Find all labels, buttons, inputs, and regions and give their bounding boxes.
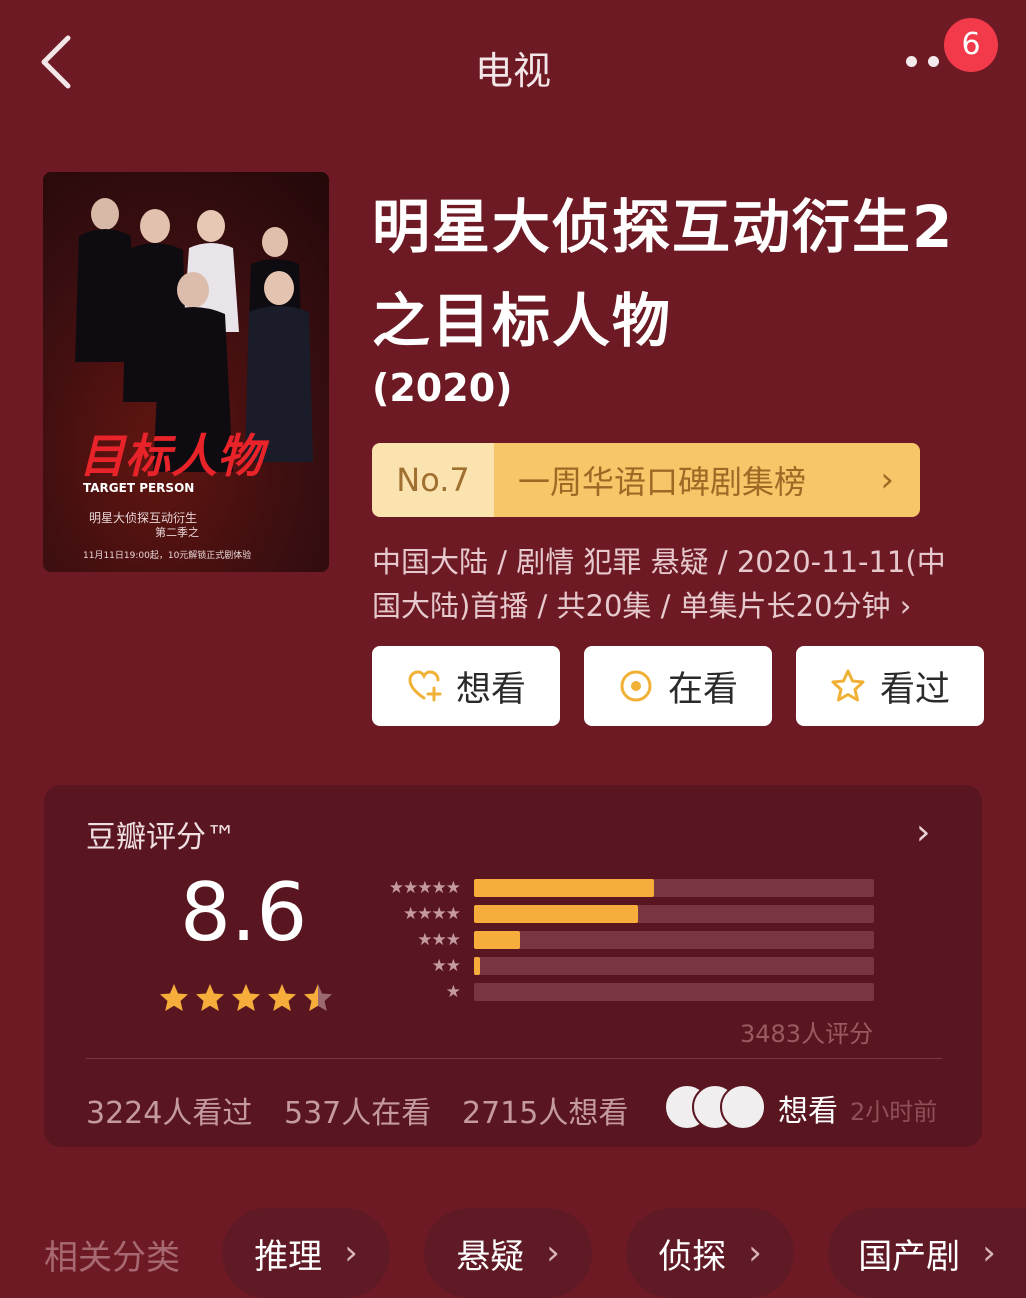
chevron-right-icon: › bbox=[880, 460, 894, 500]
rating-bar-row: ★★★★ bbox=[360, 904, 875, 924]
category-chip[interactable]: 推理 › bbox=[222, 1208, 390, 1298]
category-chip-label: 悬疑 bbox=[456, 1236, 525, 1277]
bar-stars-icon: ★★★★★ bbox=[388, 878, 461, 898]
rating-bar-track bbox=[474, 957, 874, 975]
show-poster[interactable]: 目标人物 TARGET PERSON 明星大侦探互动衍生 第二季之 11月11日… bbox=[43, 172, 329, 572]
poster-image: 目标人物 TARGET PERSON 明星大侦探互动衍生 第二季之 11月11日… bbox=[43, 172, 329, 572]
rating-bar-row: ★★ bbox=[360, 956, 875, 976]
notification-badge[interactable]: 6 bbox=[944, 18, 998, 72]
more-menu-button[interactable] bbox=[900, 52, 950, 76]
rating-bar-track bbox=[474, 983, 874, 1001]
avatar bbox=[720, 1084, 766, 1130]
bar-stars-icon: ★ bbox=[445, 982, 461, 1002]
chevron-right-icon: › bbox=[748, 1233, 762, 1273]
category-chip-label: 侦探 bbox=[658, 1236, 727, 1277]
chevron-right-icon: › bbox=[344, 1233, 358, 1273]
chevron-right-icon: › bbox=[546, 1233, 560, 1273]
wish-count[interactable]: 2715人想看 bbox=[462, 1088, 628, 1132]
rating-count[interactable]: 3483人评分 bbox=[740, 1014, 873, 1049]
divider bbox=[86, 1058, 942, 1059]
watched-label: 看过 bbox=[879, 669, 950, 710]
rating-bar-track bbox=[474, 879, 874, 897]
seen-count[interactable]: 3224人看过 bbox=[86, 1088, 252, 1132]
poster-logo-art: 目标人物 bbox=[79, 429, 270, 483]
bar-stars-icon: ★★★★ bbox=[403, 904, 461, 924]
category-chip[interactable]: 悬疑 › bbox=[424, 1208, 592, 1298]
bar-stars-icon: ★★★ bbox=[417, 930, 461, 950]
watched-button[interactable]: 看过 bbox=[796, 646, 984, 726]
rating-bar-track bbox=[474, 905, 874, 923]
chevron-right-icon: › bbox=[899, 589, 912, 623]
show-meta[interactable]: 中国大陆 / 剧情 犯罪 悬疑 / 2020-11-11(中国大陆)首播 / 共… bbox=[372, 540, 972, 628]
rating-bar-fill bbox=[474, 905, 638, 923]
bar-stars-icon: ★★ bbox=[431, 956, 461, 976]
rank-label: 一周华语口碑剧集榜 bbox=[518, 463, 807, 501]
star-icon bbox=[196, 984, 224, 1011]
chevron-right-icon[interactable]: › bbox=[916, 812, 930, 853]
poster-series-line: 第二季之 bbox=[155, 525, 199, 539]
target-icon bbox=[620, 670, 652, 702]
rating-bar-fill bbox=[474, 931, 520, 949]
want-to-watch-label: 想看 bbox=[455, 669, 526, 710]
rating-bar-track bbox=[474, 931, 874, 949]
rating-stars bbox=[158, 982, 334, 1014]
category-chip-label: 国产剧 bbox=[858, 1236, 961, 1277]
category-chip[interactable]: 国产剧 › bbox=[828, 1208, 1026, 1298]
more-dot-icon bbox=[906, 56, 917, 67]
chevron-right-icon: › bbox=[982, 1233, 996, 1273]
rating-bar-fill bbox=[474, 957, 480, 975]
star-icon bbox=[304, 984, 332, 1011]
show-title: 明星大侦探互动衍生2之目标人物 bbox=[372, 193, 955, 355]
category-chip-label: 推理 bbox=[254, 1236, 323, 1277]
watching-count[interactable]: 537人在看 bbox=[284, 1088, 431, 1132]
rating-bar-row: ★★★★★ bbox=[360, 878, 875, 898]
star-icon bbox=[160, 984, 188, 1011]
watching-label: 在看 bbox=[667, 669, 738, 710]
friends-wish-label: 想看 bbox=[778, 1094, 838, 1129]
poster-subtitle: 明星大侦探互动衍生 bbox=[89, 511, 197, 525]
rating-score: 8.6 bbox=[180, 866, 308, 959]
page-title: 电视 bbox=[474, 49, 551, 93]
rating-bar-fill bbox=[474, 879, 654, 897]
friend-avatars[interactable] bbox=[664, 1084, 768, 1130]
rating-bar-row: ★★★ bbox=[360, 930, 875, 950]
watching-button[interactable]: 在看 bbox=[584, 646, 772, 726]
related-categories-label: 相关分类 bbox=[44, 1238, 180, 1278]
category-chip[interactable]: 侦探 › bbox=[626, 1208, 794, 1298]
friends-time: 2小时前 bbox=[850, 1098, 938, 1126]
more-dot-icon bbox=[928, 56, 939, 67]
show-meta-text: 中国大陆 / 剧情 犯罪 悬疑 / 2020-11-11(中国大陆)首播 / 共… bbox=[372, 545, 946, 623]
show-year: (2020) bbox=[372, 366, 513, 410]
star-icon bbox=[232, 984, 260, 1011]
poster-airing-note: 11月11日19:00起，10元解锁正式剧体验 bbox=[83, 549, 251, 561]
rank-number: No.7 bbox=[372, 443, 494, 517]
heart-plus-icon bbox=[408, 670, 442, 702]
ranking-banner[interactable]: No.7 一周华语口碑剧集榜 › bbox=[372, 443, 920, 517]
rating-bar-row: ★ bbox=[360, 982, 875, 1002]
want-to-watch-button[interactable]: 想看 bbox=[372, 646, 560, 726]
poster-logo-art-en: TARGET PERSON bbox=[83, 481, 194, 495]
star-icon bbox=[268, 984, 296, 1011]
star-outline-icon bbox=[831, 669, 865, 702]
rating-title: 豆瓣评分™ bbox=[86, 820, 236, 855]
